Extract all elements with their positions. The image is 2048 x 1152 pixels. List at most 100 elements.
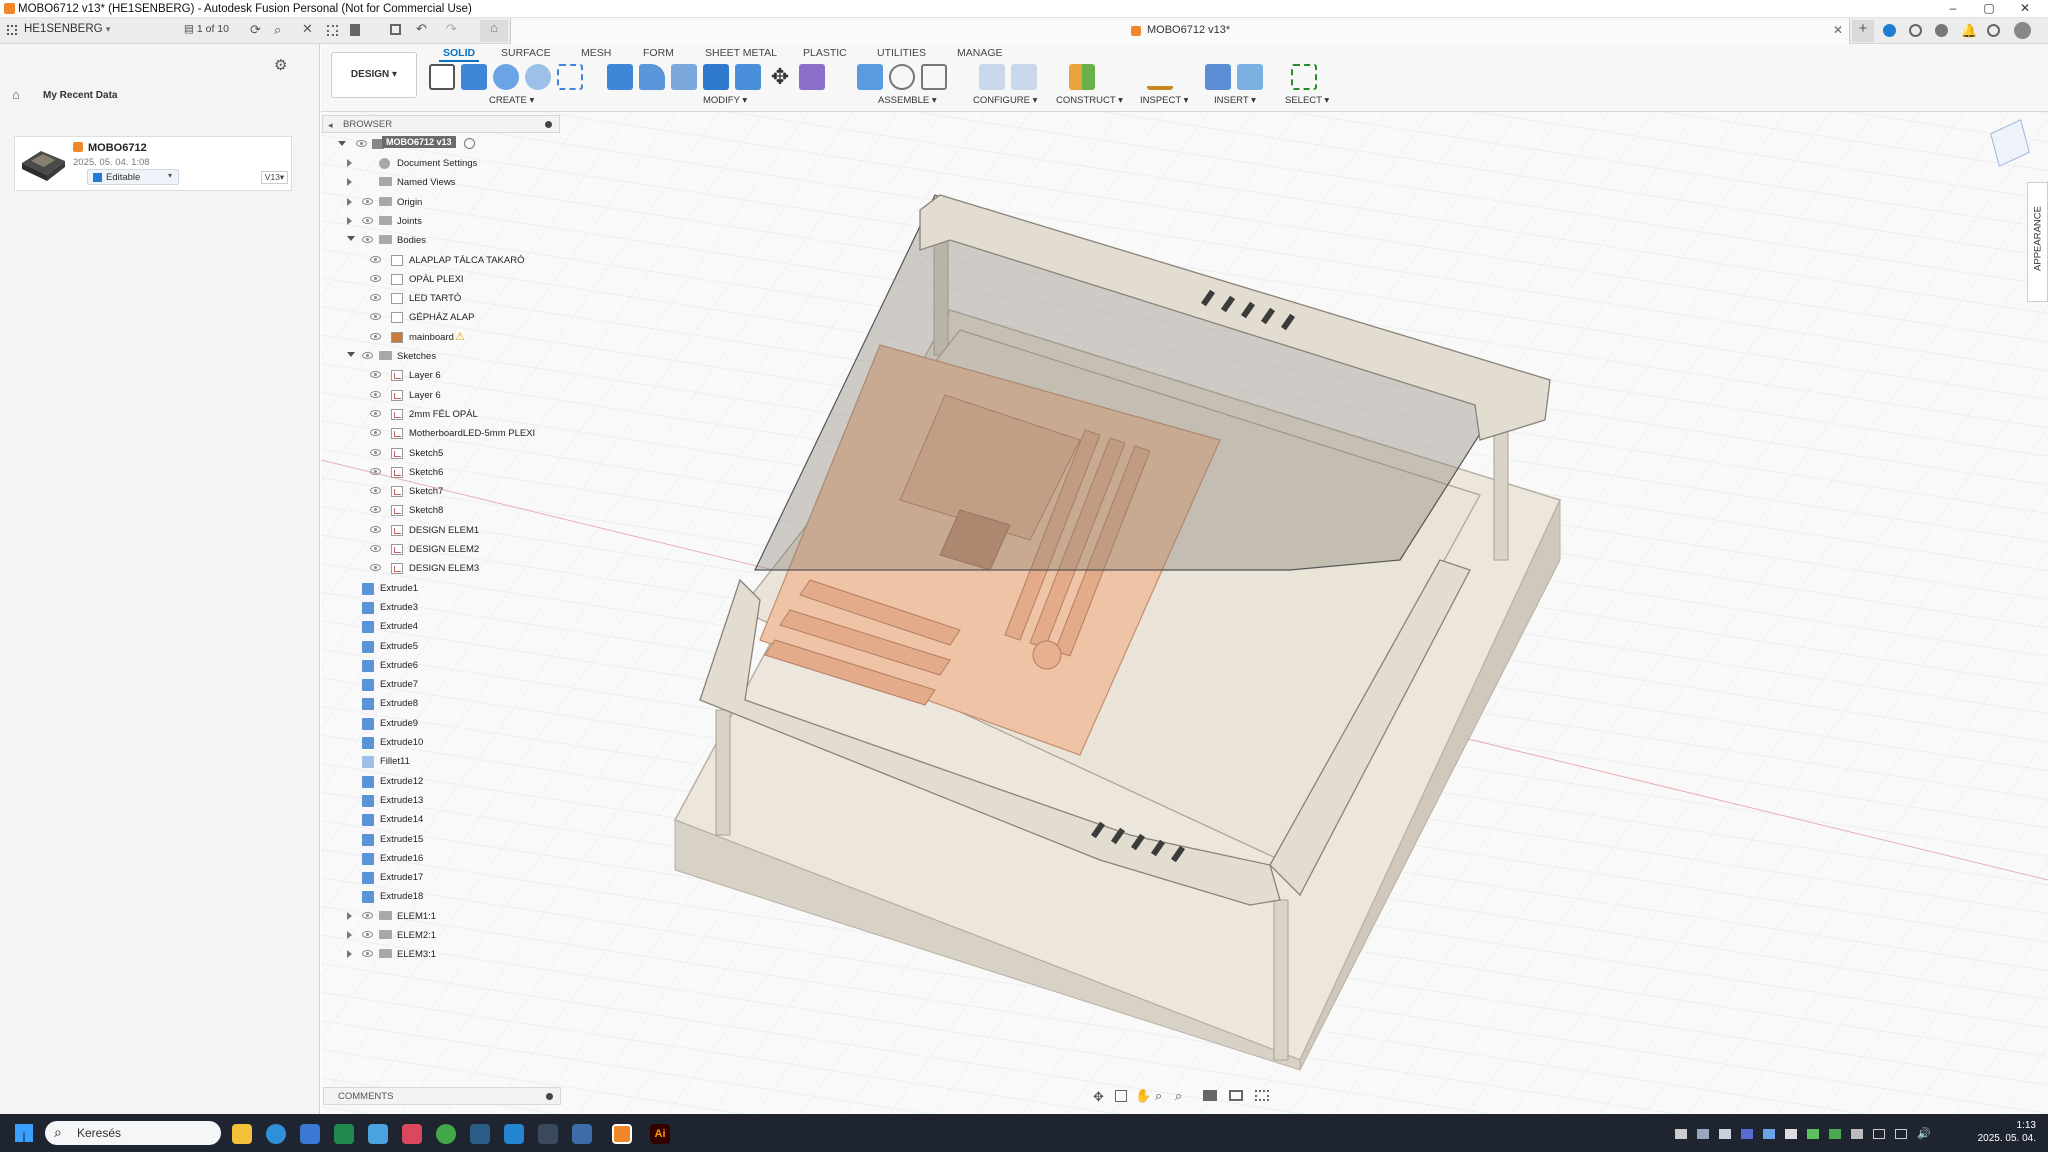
browser-tree-item[interactable]: Origin xyxy=(322,193,560,211)
expand-triangle-icon[interactable] xyxy=(347,216,352,225)
browser-tree-item[interactable]: Extrude17 xyxy=(322,868,560,886)
home-icon[interactable]: ⌂ xyxy=(480,20,508,42)
browser-tree-item[interactable]: Extrude13 xyxy=(322,791,560,809)
tab-form[interactable]: FORM xyxy=(643,47,674,59)
browser-tree-item[interactable]: 2mm FÉL OPÁL xyxy=(322,405,560,423)
modify-menu[interactable]: MODIFY ▾ xyxy=(703,95,747,106)
viewports-icon[interactable] xyxy=(1255,1090,1269,1101)
select-menu[interactable]: SELECT ▾ xyxy=(1285,95,1329,106)
configure-menu[interactable]: CONFIGURE ▾ xyxy=(973,95,1037,106)
visibility-eye-icon[interactable] xyxy=(370,525,381,533)
zoom-window-icon[interactable]: ⌕ xyxy=(1175,1088,1182,1104)
document-tab[interactable]: MOBO6712 v13* ✕ xyxy=(510,18,1850,44)
tray-icon[interactable] xyxy=(1785,1129,1797,1139)
browser-tree-item[interactable]: Extrude6 xyxy=(322,656,560,674)
browser-tree-item[interactable]: OPÁL PLEXI xyxy=(322,270,560,288)
file-explorer-icon[interactable] xyxy=(232,1124,252,1144)
construct-menu[interactable]: CONSTRUCT ▾ xyxy=(1056,95,1123,106)
close-icon[interactable]: ✕ xyxy=(302,21,313,37)
tray-icon[interactable] xyxy=(1829,1129,1841,1139)
expand-triangle-icon[interactable] xyxy=(347,159,352,167)
insert-derive-icon[interactable] xyxy=(1205,64,1231,90)
tab-plastic[interactable]: PLASTIC xyxy=(803,47,847,59)
browser-tree-item[interactable]: Bodies xyxy=(322,231,560,249)
illustrator-icon[interactable]: Ai xyxy=(650,1124,670,1144)
notifications-icon[interactable]: 🔔 xyxy=(1961,23,1977,39)
browser-tree-item[interactable]: ALAPLAP TÁLCA TAKARÓ xyxy=(322,251,560,269)
help-icon[interactable] xyxy=(1987,24,2000,37)
browser-tree-item[interactable]: Extrude1 xyxy=(322,579,560,597)
browser-tree-item[interactable]: Extrude15 xyxy=(322,830,560,848)
browser-tree-item[interactable]: Sketch5 xyxy=(322,444,560,462)
grid-menu-icon[interactable] xyxy=(7,25,17,35)
expand-triangle-icon[interactable] xyxy=(347,911,352,920)
browser-tree-item[interactable]: Extrude10 xyxy=(322,733,560,751)
visibility-eye-icon[interactable] xyxy=(370,467,381,475)
visibility-eye-icon[interactable] xyxy=(370,313,381,321)
extensions-icon[interactable] xyxy=(1935,24,1948,37)
tray-icon[interactable] xyxy=(1719,1129,1731,1139)
shell-icon[interactable] xyxy=(703,64,729,90)
configure-icon[interactable] xyxy=(979,64,1005,90)
browser-tree-item[interactable]: mainboard ⚠ xyxy=(322,328,560,346)
browser-tree-item[interactable]: Extrude5 xyxy=(322,637,560,655)
breadcrumb[interactable]: My Recent Data xyxy=(43,90,117,101)
canvas-viewport[interactable]: APPEARANCE ✥ ✋ ⌕ ⌕ COMMENTS xyxy=(321,112,2048,1114)
expand-triangle-icon[interactable] xyxy=(347,950,352,959)
visibility-eye-icon[interactable] xyxy=(370,448,381,456)
tray-icon[interactable] xyxy=(1851,1129,1863,1139)
tab-manage[interactable]: MANAGE xyxy=(957,47,1003,59)
version-badge[interactable]: V13▾ xyxy=(261,171,288,184)
redo-icon[interactable]: ↷ xyxy=(446,21,457,37)
browser-tree-item[interactable]: Layer 6 xyxy=(322,366,560,384)
tray-icon[interactable] xyxy=(1741,1129,1753,1139)
browser-tree-item[interactable]: Named Views xyxy=(322,173,560,191)
browser-tree-item[interactable]: Sketch8 xyxy=(322,501,560,519)
start-button[interactable] xyxy=(15,1124,33,1142)
fusion-taskbar-icon[interactable] xyxy=(612,1124,632,1144)
browser-tree-item[interactable]: Sketch7 xyxy=(322,482,560,500)
refresh-icon[interactable]: ⟳ xyxy=(250,22,261,38)
visibility-eye-icon[interactable] xyxy=(362,911,373,919)
tab-utilities[interactable]: UTILITIES xyxy=(877,47,926,59)
expand-triangle-icon[interactable] xyxy=(347,178,352,187)
collapse-triangle-icon[interactable] xyxy=(347,352,355,357)
photos-icon[interactable] xyxy=(402,1124,422,1144)
expand-triangle-icon[interactable] xyxy=(347,197,352,206)
look-at-icon[interactable] xyxy=(1115,1090,1127,1102)
browser-tree-item[interactable]: DESIGN ELEM3 xyxy=(322,559,560,577)
browser-tree-item[interactable]: ELEM1:1 xyxy=(322,907,560,925)
visibility-eye-icon[interactable] xyxy=(362,236,373,244)
press-pull-icon[interactable] xyxy=(607,64,633,90)
configure-table-icon[interactable] xyxy=(1011,64,1037,90)
edge-icon[interactable] xyxy=(266,1124,286,1144)
combine-icon[interactable] xyxy=(735,64,761,90)
workspace-switcher[interactable]: DESIGN ▾ xyxy=(331,52,417,98)
browser-tree-item[interactable]: Extrude9 xyxy=(322,714,560,732)
user-avatar[interactable] xyxy=(2014,22,2031,39)
inspect-menu[interactable]: INSPECT ▾ xyxy=(1140,95,1188,106)
tab-sheet-metal[interactable]: SHEET METAL xyxy=(705,47,777,59)
visibility-eye-icon[interactable] xyxy=(370,429,381,437)
browser-tree-item[interactable]: Extrude16 xyxy=(322,849,560,867)
save-icon[interactable] xyxy=(390,24,401,35)
job-status-icon[interactable] xyxy=(1909,24,1922,37)
visibility-eye-icon[interactable] xyxy=(362,931,373,938)
visibility-eye-icon[interactable] xyxy=(370,371,381,379)
move-icon[interactable]: ✥ xyxy=(767,64,793,90)
close-window-button[interactable]: ✕ xyxy=(2002,0,2048,18)
page-counter[interactable]: ▤ 1 of 10 xyxy=(184,23,229,35)
home-breadcrumb-icon[interactable]: ⌂ xyxy=(12,87,20,102)
pattern-icon[interactable] xyxy=(557,64,583,90)
help-circle-icon[interactable] xyxy=(1883,24,1896,37)
fillet-icon[interactable] xyxy=(639,64,665,90)
settings-gear-icon[interactable]: ⚙ xyxy=(274,56,287,74)
visibility-eye-icon[interactable] xyxy=(370,294,381,302)
browser-tree-item[interactable]: MotherboardLED-5mm PLEXI xyxy=(322,424,560,442)
apps-grid-icon[interactable] xyxy=(327,25,338,36)
visibility-eye-icon[interactable] xyxy=(362,352,373,359)
display-settings-icon[interactable] xyxy=(1203,1090,1217,1101)
create-menu[interactable]: CREATE ▾ xyxy=(489,95,534,106)
tray-icon[interactable] xyxy=(1697,1129,1709,1139)
volume-icon[interactable]: 🔊 xyxy=(1917,1127,1931,1140)
